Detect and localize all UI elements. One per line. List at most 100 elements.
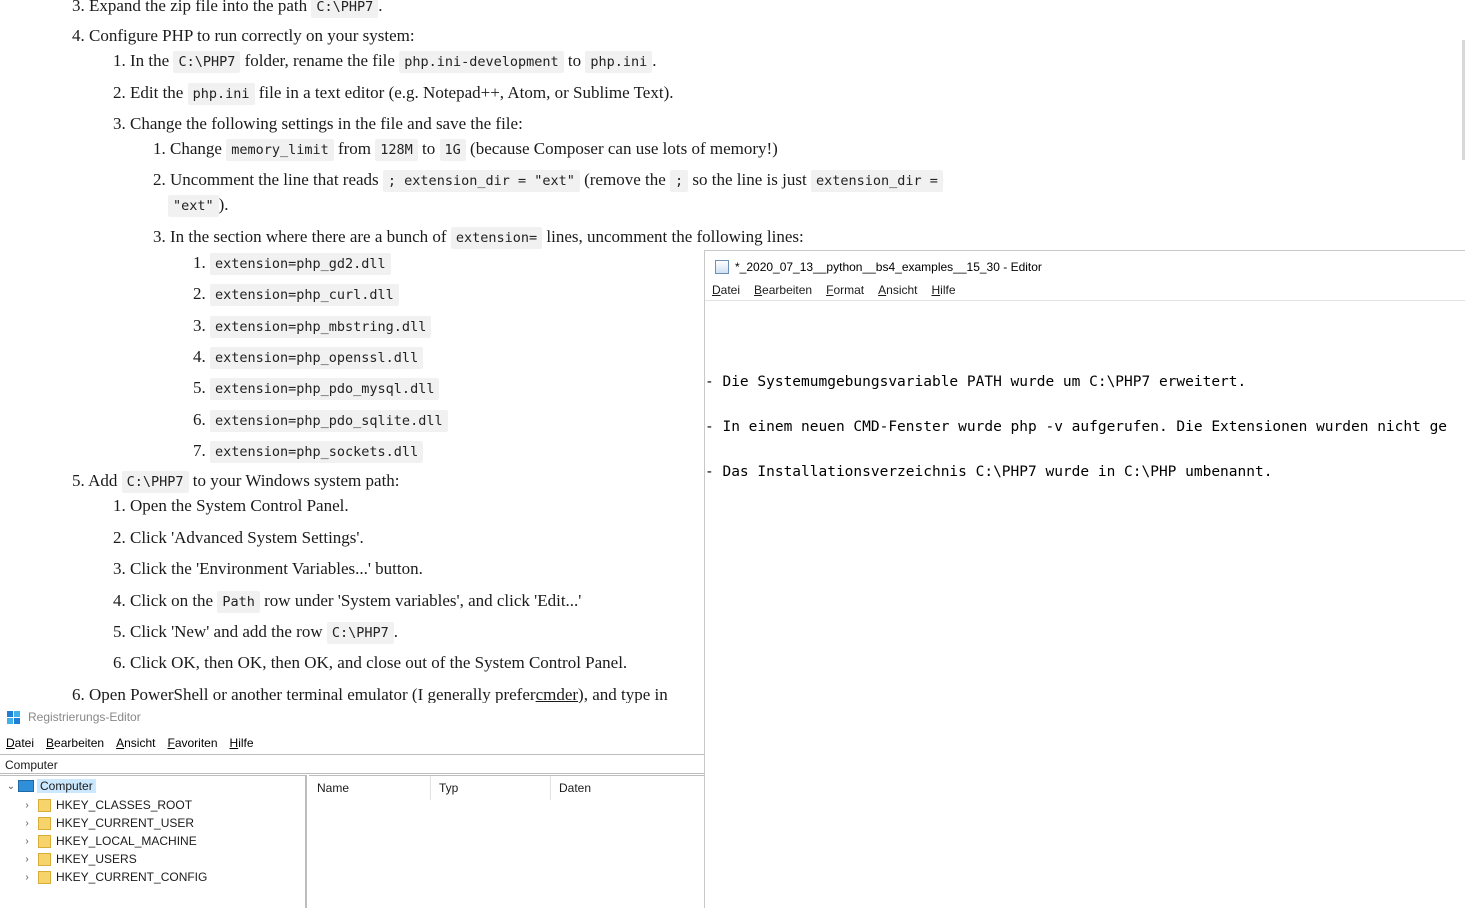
text: Click the 'Environment Variables...' but… xyxy=(130,559,423,578)
tree-label: Computer xyxy=(37,779,96,793)
extension-item: 4. extension=php_openssl.dll xyxy=(193,346,424,369)
tree-label: HKEY_CURRENT_CONFIG xyxy=(56,870,208,884)
menu-datei[interactable]: Datei xyxy=(0,736,40,750)
extension-item: 2. extension=php_curl.dll xyxy=(193,283,399,306)
text: (remove the xyxy=(584,170,666,189)
folder-icon xyxy=(38,816,51,830)
code-inline: extension=php_pdo_mysql.dll xyxy=(210,378,440,400)
folder-icon xyxy=(38,834,51,848)
list-number: 3. xyxy=(193,316,206,335)
code-inline: 128M xyxy=(375,139,418,161)
text: Change the following settings in the fil… xyxy=(130,114,523,133)
text: so the line is just xyxy=(692,170,807,189)
list-number: 2. xyxy=(113,83,126,102)
tree-root-computer[interactable]: ⌄ Computer xyxy=(6,779,96,793)
list-number: 2. xyxy=(193,284,206,303)
menu-hilfe[interactable]: Hilfe xyxy=(224,736,260,750)
regedit-menubar: Datei Bearbeiten Ansicht Favoriten Hilfe xyxy=(0,736,260,750)
chevron-down-icon[interactable]: ⌄ xyxy=(6,781,16,792)
step-4-line: 4. Configure PHP to run correctly on you… xyxy=(72,25,415,47)
column-header-name[interactable]: Name xyxy=(309,776,431,800)
tree-item-hku[interactable]: › HKEY_USERS xyxy=(22,852,137,866)
text: Add xyxy=(88,471,118,490)
list-number: 2. xyxy=(113,528,126,547)
text: Uncomment the line that reads xyxy=(170,170,379,189)
code-inline: php.ini-development xyxy=(399,51,564,73)
text: to xyxy=(422,139,436,158)
code-inline: C:\PHP7 xyxy=(311,0,379,18)
regedit-window: Registrierungs-Editor Datei Bearbeiten A… xyxy=(0,703,704,908)
text: Open the System Control Panel. xyxy=(130,496,349,515)
code-inline: extension_dir = xyxy=(810,170,943,192)
list-number: 4. xyxy=(113,591,126,610)
menu-ansicht[interactable]: Ansicht xyxy=(110,736,161,750)
code-inline: extension=php_curl.dll xyxy=(210,284,399,306)
substep-edit: 2. Edit the php.ini file in a text edito… xyxy=(113,82,674,105)
column-header-daten[interactable]: Daten xyxy=(551,776,704,800)
code-inline: ; xyxy=(670,170,689,192)
text: row under 'System variables', and click … xyxy=(264,591,582,610)
code-inline: php.ini xyxy=(187,83,255,105)
tree-item-hkcr[interactable]: › HKEY_CLASSES_ROOT xyxy=(22,798,192,812)
text-line: - Das Installationsverzeichnis C:\PHP7 w… xyxy=(705,464,1273,480)
list-number: 3. xyxy=(153,227,166,246)
tree-label: HKEY_CURRENT_USER xyxy=(56,816,195,830)
step-3-line: 3. Expand the zip file into the path C:\… xyxy=(72,0,383,18)
text-line: - Die Systemumgebungsvariable PATH wurde… xyxy=(705,374,1247,390)
tree-item-hkcc[interactable]: › HKEY_CURRENT_CONFIG xyxy=(22,870,207,884)
chevron-right-icon[interactable]: › xyxy=(22,854,32,865)
chevron-right-icon[interactable]: › xyxy=(22,836,32,847)
list-number: 6. xyxy=(113,653,126,672)
menu-bearbeiten[interactable]: Bearbeiten xyxy=(40,736,110,750)
code-inline: extension= xyxy=(450,227,543,249)
address-bar[interactable]: Computer xyxy=(0,754,704,774)
chevron-right-icon[interactable]: › xyxy=(22,872,32,883)
text: Configure PHP to run correctly on your s… xyxy=(89,26,415,45)
chevron-right-icon[interactable]: › xyxy=(22,800,32,811)
list-number: 3. xyxy=(113,114,126,133)
computer-icon xyxy=(18,780,34,792)
list-number: 1. xyxy=(113,51,126,70)
tree-label: HKEY_USERS xyxy=(56,852,137,866)
step-5-line: 5. Add C:\PHP7 to your Windows system pa… xyxy=(72,470,400,493)
code-inline: "ext" xyxy=(168,195,219,217)
list-number: 5. xyxy=(193,378,206,397)
notepad-text-area[interactable]: - Die Systemumgebungsvariable PATH wurde… xyxy=(705,345,1447,510)
text: lines, uncomment the following lines: xyxy=(546,227,804,246)
window-title: *_2020_07_13__python__bs4_examples__15_3… xyxy=(735,260,1042,274)
text: Change xyxy=(170,139,222,158)
text: Click 'New' and add the row xyxy=(130,622,323,641)
cmder-link[interactable]: cmder xyxy=(536,685,578,704)
text: folder, rename the file xyxy=(244,51,395,70)
text: . xyxy=(378,0,383,15)
divider xyxy=(705,300,1465,301)
text: Click 'Advanced System Settings'. xyxy=(130,528,364,547)
substep: 1. Open the System Control Panel. xyxy=(113,495,349,517)
code-inline: memory_limit xyxy=(226,139,334,161)
extension-item: 6. extension=php_pdo_sqlite.dll xyxy=(193,409,448,432)
folder-icon xyxy=(38,852,51,866)
chevron-right-icon[interactable]: › xyxy=(22,818,32,829)
notepad-titlebar: *_2020_07_13__python__bs4_examples__15_3… xyxy=(715,257,1042,277)
regedit-titlebar: Registrierungs-Editor xyxy=(6,710,141,724)
code-inline: extension=php_mbstring.dll xyxy=(210,316,432,338)
code-inline: ; extension_dir = "ext" xyxy=(382,170,580,192)
text: to xyxy=(567,51,582,70)
setting-extdir: 2. Uncomment the line that reads ; exten… xyxy=(153,169,943,192)
substep-path: 4. Click on the Path row under 'System v… xyxy=(113,590,581,613)
code-inline: php.ini xyxy=(585,51,653,73)
extension-item: 1. extension=php_gd2.dll xyxy=(193,252,391,275)
list-number: 7. xyxy=(193,441,206,460)
tree-label: HKEY_LOCAL_MACHINE xyxy=(56,834,197,848)
substep-change: 3. Change the following settings in the … xyxy=(113,113,523,135)
list-number: 1. xyxy=(193,253,206,272)
tree-item-hklm[interactable]: › HKEY_LOCAL_MACHINE xyxy=(22,834,197,848)
code-inline: 1G xyxy=(439,139,466,161)
tree-item-hkcu[interactable]: › HKEY_CURRENT_USER xyxy=(22,816,194,830)
substep-new: 5. Click 'New' and add the row C:\PHP7. xyxy=(113,621,398,644)
window-title: Registrierungs-Editor xyxy=(28,710,141,724)
column-header-typ[interactable]: Typ xyxy=(431,776,551,800)
notepad-icon xyxy=(715,260,729,274)
menu-favoriten[interactable]: Favoriten xyxy=(161,736,223,750)
substep-ok: 6. Click OK, then OK, then OK, and close… xyxy=(113,652,627,674)
